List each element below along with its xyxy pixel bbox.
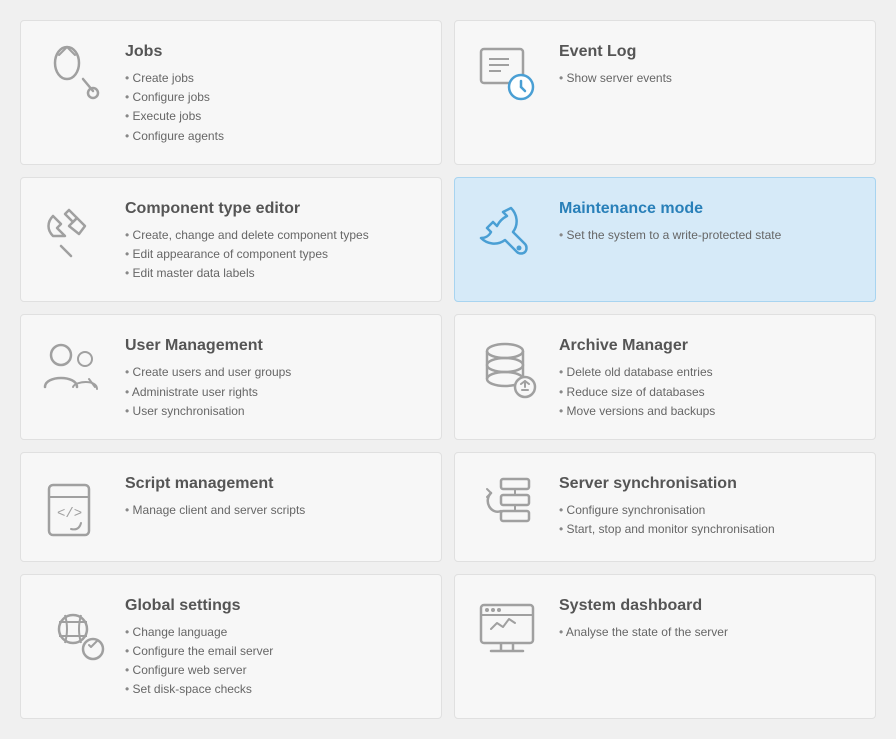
jobs-icon xyxy=(37,39,109,111)
component-type-editor-title: Component type editor xyxy=(125,200,425,218)
script-management-content: Script management Manage client and serv… xyxy=(125,471,425,520)
server-synchronisation-title: Server synchronisation xyxy=(559,475,859,493)
card-global-settings[interactable]: Global settings Change languageConfigure… xyxy=(20,574,442,719)
system-dashboard-icon xyxy=(471,593,543,665)
list-item: Reduce size of databases xyxy=(559,383,859,402)
component-type-editor-icon xyxy=(37,196,109,268)
list-item: Configure synchronisation xyxy=(559,501,859,520)
archive-manager-list: Delete old database entriesReduce size o… xyxy=(559,363,859,421)
server-synchronisation-list: Configure synchronisationStart, stop and… xyxy=(559,501,859,539)
script-management-list: Manage client and server scripts xyxy=(125,501,425,520)
svg-text:</>: </> xyxy=(57,506,82,522)
main-grid: Jobs Create jobsConfigure jobsExecute jo… xyxy=(20,20,876,719)
script-management-title: Script management xyxy=(125,475,425,493)
maintenance-mode-content: Maintenance mode Set the system to a wri… xyxy=(559,196,859,245)
event-log-icon xyxy=(471,39,543,111)
card-system-dashboard[interactable]: System dashboard Analyse the state of th… xyxy=(454,574,876,719)
server-synchronisation-content: Server synchronisation Configure synchro… xyxy=(559,471,859,539)
system-dashboard-list: Analyse the state of the server xyxy=(559,623,859,642)
system-dashboard-content: System dashboard Analyse the state of th… xyxy=(559,593,859,642)
list-item: Edit master data labels xyxy=(125,264,425,283)
component-type-editor-content: Component type editor Create, change and… xyxy=(125,196,425,284)
server-synchronisation-icon xyxy=(471,471,543,543)
archive-manager-title: Archive Manager xyxy=(559,337,859,355)
user-management-content: User Management Create users and user gr… xyxy=(125,333,425,421)
card-server-synchronisation[interactable]: Server synchronisation Configure synchro… xyxy=(454,452,876,562)
jobs-list: Create jobsConfigure jobsExecute jobsCon… xyxy=(125,69,425,146)
user-management-list: Create users and user groupsAdministrate… xyxy=(125,363,425,421)
component-type-editor-list: Create, change and delete component type… xyxy=(125,226,425,284)
user-management-title: User Management xyxy=(125,337,425,355)
global-settings-content: Global settings Change languageConfigure… xyxy=(125,593,425,700)
list-item: Administrate user rights xyxy=(125,383,425,402)
list-item: Delete old database entries xyxy=(559,363,859,382)
global-settings-list: Change languageConfigure the email serve… xyxy=(125,623,425,700)
list-item: Move versions and backups xyxy=(559,402,859,421)
list-item: Set disk-space checks xyxy=(125,680,425,699)
archive-manager-icon xyxy=(471,333,543,405)
list-item: Start, stop and monitor synchronisation xyxy=(559,520,859,539)
event-log-list: Show server events xyxy=(559,69,859,88)
card-component-type-editor[interactable]: Component type editor Create, change and… xyxy=(20,177,442,303)
list-item: Configure the email server xyxy=(125,642,425,661)
card-jobs[interactable]: Jobs Create jobsConfigure jobsExecute jo… xyxy=(20,20,442,165)
maintenance-mode-list: Set the system to a write-protected stat… xyxy=(559,226,859,245)
list-item: Manage client and server scripts xyxy=(125,501,425,520)
list-item: Change language xyxy=(125,623,425,642)
list-item: Create users and user groups xyxy=(125,363,425,382)
card-event-log[interactable]: Event Log Show server events xyxy=(454,20,876,165)
maintenance-mode-title: Maintenance mode xyxy=(559,200,859,218)
list-item: Create jobs xyxy=(125,69,425,88)
card-user-management[interactable]: User Management Create users and user gr… xyxy=(20,314,442,440)
list-item: Configure jobs xyxy=(125,88,425,107)
global-settings-title: Global settings xyxy=(125,597,425,615)
list-item: Analyse the state of the server xyxy=(559,623,859,642)
global-settings-icon xyxy=(37,593,109,665)
archive-manager-content: Archive Manager Delete old database entr… xyxy=(559,333,859,421)
event-log-content: Event Log Show server events xyxy=(559,39,859,88)
maintenance-mode-icon xyxy=(471,196,543,268)
list-item: Configure agents xyxy=(125,127,425,146)
list-item: Execute jobs xyxy=(125,107,425,126)
list-item: Create, change and delete component type… xyxy=(125,226,425,245)
jobs-title: Jobs xyxy=(125,43,425,61)
card-maintenance-mode[interactable]: Maintenance mode Set the system to a wri… xyxy=(454,177,876,303)
list-item: Edit appearance of component types xyxy=(125,245,425,264)
list-item: Show server events xyxy=(559,69,859,88)
system-dashboard-title: System dashboard xyxy=(559,597,859,615)
list-item: Configure web server xyxy=(125,661,425,680)
card-script-management[interactable]: </> Script management Manage client and … xyxy=(20,452,442,562)
jobs-content: Jobs Create jobsConfigure jobsExecute jo… xyxy=(125,39,425,146)
event-log-title: Event Log xyxy=(559,43,859,61)
card-archive-manager[interactable]: Archive Manager Delete old database entr… xyxy=(454,314,876,440)
script-management-icon: </> xyxy=(37,471,109,543)
list-item: User synchronisation xyxy=(125,402,425,421)
user-management-icon xyxy=(37,333,109,405)
list-item: Set the system to a write-protected stat… xyxy=(559,226,859,245)
